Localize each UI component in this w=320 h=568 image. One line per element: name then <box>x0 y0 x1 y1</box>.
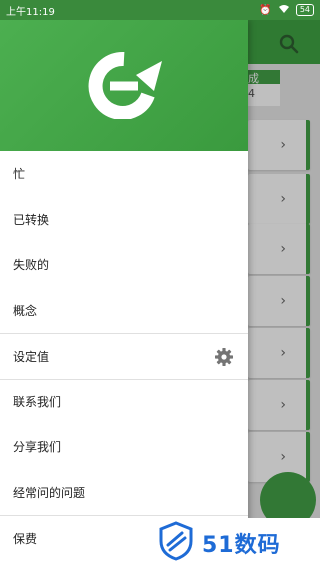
watermark-text: 51数码 <box>202 533 281 558</box>
shield-icon <box>158 521 194 565</box>
status-time: 上午11:19 <box>6 6 55 18</box>
watermark: 51数码 <box>120 518 320 568</box>
status-bar: 上午11:19 ⏰ 54 <box>0 0 320 20</box>
menu-item-label: 保费 <box>13 531 38 546</box>
menu-item-concept[interactable]: 概念 <box>0 288 248 334</box>
alarm-icon: ⏰ <box>259 4 272 16</box>
drawer-header <box>0 20 248 151</box>
app-logo-icon <box>84 49 164 123</box>
menu-item-label: 经常问的问题 <box>13 485 86 500</box>
menu-item-label: 失败的 <box>13 258 50 273</box>
menu-item-label: 概念 <box>13 303 38 318</box>
menu-item-label: 分享我们 <box>13 440 62 455</box>
menu-item-label: 联系我们 <box>13 395 62 410</box>
menu-item-contact-us[interactable]: 联系我们 <box>0 378 248 425</box>
menu-item-converted[interactable]: 已转换 <box>0 197 248 243</box>
menu-item-label: 忙 <box>13 167 26 182</box>
menu-item-faq[interactable]: 经常问的问题 <box>0 470 248 516</box>
menu-item-busy[interactable]: 忙 <box>0 151 248 197</box>
menu-item-failed[interactable]: 失败的 <box>0 242 248 288</box>
gear-icon <box>214 347 234 367</box>
drawer-scrim[interactable] <box>248 20 320 568</box>
navigation-drawer: 忙 已转换 失败的 概念 设定值 联系我们 分享我们 经常问的问题 保费 <box>0 20 248 568</box>
menu-item-label: 设定值 <box>13 349 50 364</box>
menu-item-settings[interactable]: 设定值 <box>0 333 248 379</box>
menu-item-share-us[interactable]: 分享我们 <box>0 424 248 470</box>
menu-item-label: 已转换 <box>13 212 50 227</box>
status-icons: ⏰ 54 <box>259 4 314 17</box>
battery-icon: 54 <box>295 4 314 16</box>
wifi-icon <box>278 4 290 17</box>
